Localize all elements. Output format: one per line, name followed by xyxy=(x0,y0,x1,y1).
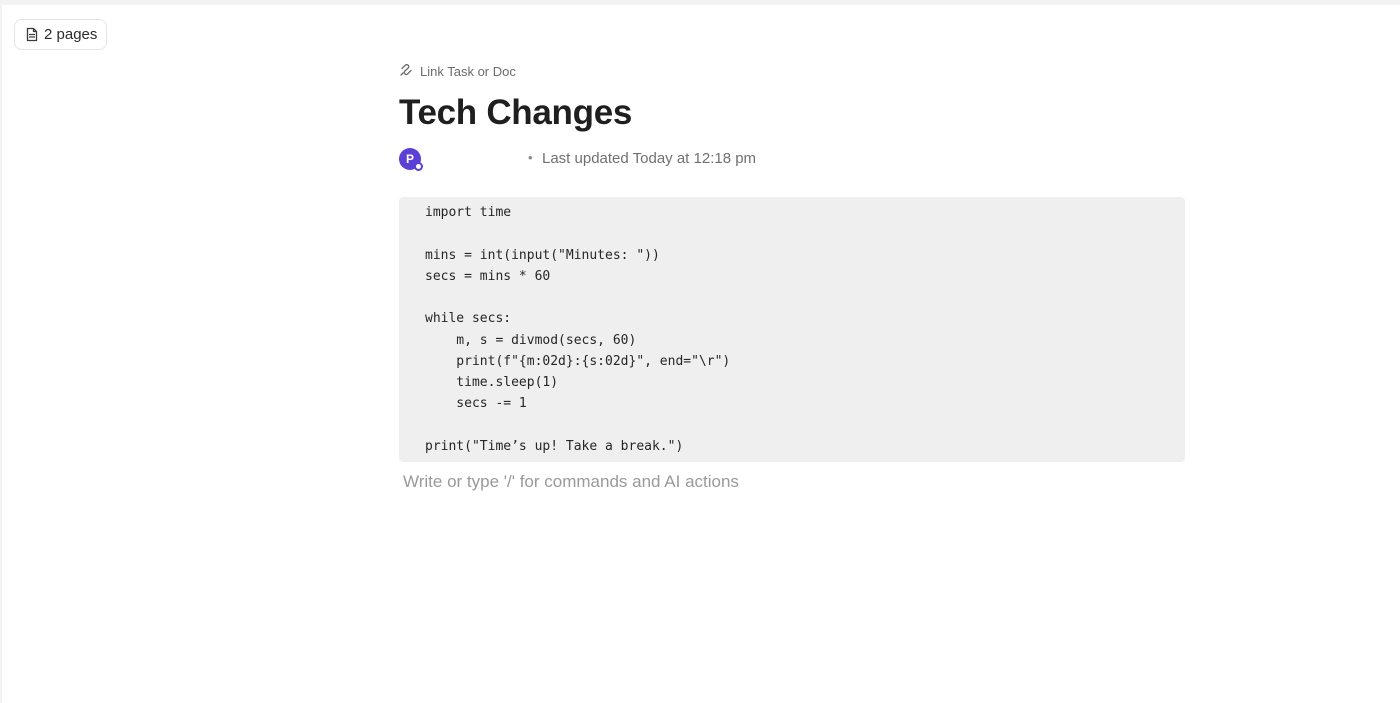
code-line: print("Time’s up! Take a break.") xyxy=(425,438,684,454)
code-block[interactable]: import time mins = int(input("Minutes: "… xyxy=(399,197,1185,462)
code-line: m, s = divmod(secs, 60) xyxy=(425,332,637,348)
pages-count-label: 2 pages xyxy=(44,26,98,43)
code-line: secs -= 1 xyxy=(425,396,527,412)
code-line: while secs: xyxy=(425,311,512,327)
code-line: print(f"{m:02d}:{s:02d}", end="\r") xyxy=(425,353,731,369)
link-task-label: Link Task or Doc xyxy=(420,63,516,79)
link-icon xyxy=(399,62,414,80)
avatar-initial: P xyxy=(405,152,414,166)
link-task-or-doc-button[interactable]: Link Task or Doc xyxy=(399,62,516,80)
code-line: mins = int(input("Minutes: ")) xyxy=(425,247,660,263)
avatar-status-icon xyxy=(414,162,423,171)
editor-input-placeholder[interactable]: Write or type '/' for commands and AI ac… xyxy=(403,472,739,492)
pages-count-button[interactable]: 2 pages xyxy=(14,19,108,50)
document-icon xyxy=(25,27,39,42)
doc-title[interactable]: Tech Changes xyxy=(399,93,632,133)
doc-meta-row: P • Last updated Today at 12:18 pm xyxy=(399,148,899,171)
last-updated-text: Last updated Today at 12:18 pm xyxy=(542,150,757,167)
meta-separator: • xyxy=(528,150,533,165)
code-line: time.sleep(1) xyxy=(425,375,559,390)
code-line: secs = mins * 60 xyxy=(425,268,551,284)
code-line: import time xyxy=(425,205,512,220)
